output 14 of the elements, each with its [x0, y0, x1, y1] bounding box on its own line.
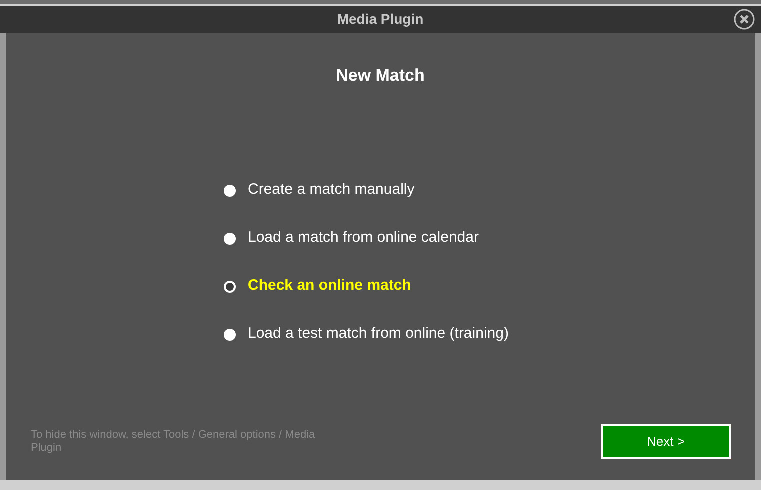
radio-button[interactable] — [224, 184, 236, 196]
option-label[interactable]: Create a match manually — [248, 179, 415, 202]
option-label[interactable]: Load a test match from online (training) — [248, 323, 509, 346]
close-button[interactable] — [734, 9, 755, 30]
dialog-heading: New Match — [335, 65, 426, 87]
option-label[interactable]: Load a match from online calendar — [248, 227, 479, 250]
radio-button[interactable] — [224, 232, 236, 244]
radio-button[interactable] — [224, 328, 236, 340]
radio-button[interactable] — [224, 280, 236, 292]
next-button[interactable]: Next > — [601, 424, 731, 459]
hint-text: To hide this window, select Tools / General options / Media Plugin — [31, 429, 316, 455]
window-title: Media Plugin — [337, 10, 424, 29]
close-icon — [734, 9, 755, 30]
option-label[interactable]: Check an online match — [248, 275, 412, 298]
